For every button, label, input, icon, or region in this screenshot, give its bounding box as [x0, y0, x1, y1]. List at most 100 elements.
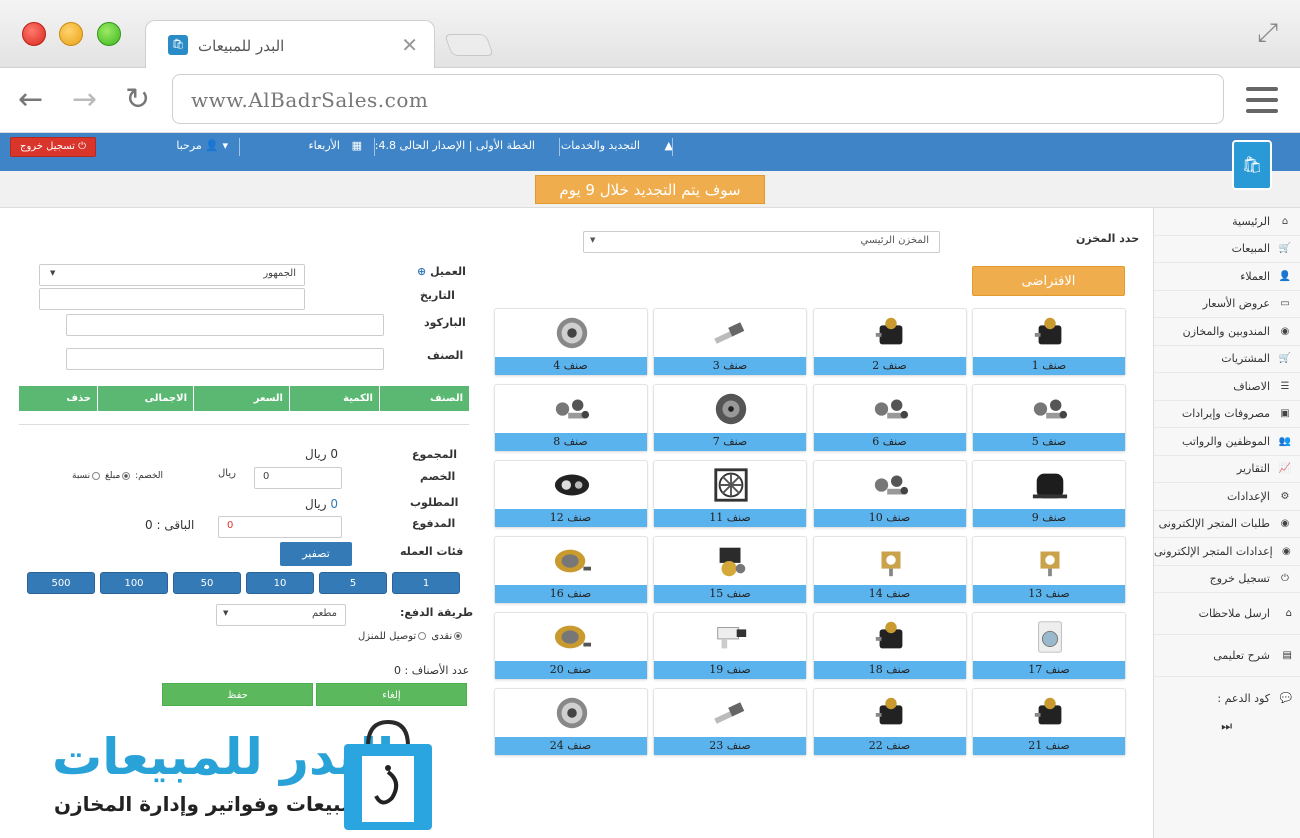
sidebar-item[interactable]: 🛒 المشتريات: [1154, 346, 1300, 373]
user-menu[interactable]: ▾ 👤 مرحبا: [176, 139, 228, 152]
product-image-spark-icon: [714, 322, 745, 344]
app-logo-icon[interactable]: 🛍: [1232, 140, 1272, 190]
product-label: صنف 10: [813, 509, 966, 527]
product-card[interactable]: صنف 18: [812, 612, 967, 680]
coin-button[interactable]: 500: [27, 572, 95, 594]
maximize-window-button[interactable]: [97, 22, 121, 46]
sidebar: ⌂ الرئيسية 🛒 المبيعات 👤 العملاء ▭ عروض الأسعار ◉…: [1153, 208, 1300, 838]
sidebar-item-tutorial[interactable]: ▤ شرح تعليمى: [1154, 635, 1300, 677]
sidebar-item[interactable]: ▣ مصروفات وإيرادات: [1154, 401, 1300, 428]
support-code: 💬 كود الدعم :: [1217, 691, 1292, 705]
url-text: www.AlBadrSales.com: [191, 88, 429, 112]
product-card[interactable]: صنف 3: [653, 308, 807, 376]
save-button[interactable]: حفظ: [162, 683, 313, 706]
sidebar-item[interactable]: ◉ إعدادات المتجر الإلكترونى: [1154, 538, 1300, 566]
sidebar-item-label: المندوبين والمخازن: [1182, 324, 1270, 338]
sidebar-item[interactable]: ▭ عروض الأسعار: [1154, 291, 1300, 318]
address-bar[interactable]: www.AlBadrSales.com: [172, 74, 1224, 124]
reload-icon[interactable]: ↻: [125, 82, 150, 117]
product-card[interactable]: صنف 4: [493, 308, 648, 376]
store-label: حدد المخزن: [1076, 232, 1140, 245]
discount-percent-radio[interactable]: [92, 471, 101, 480]
product-card[interactable]: صنف 13: [972, 536, 1126, 604]
barcode-input[interactable]: [66, 314, 384, 336]
product-card[interactable]: صنف 16: [493, 536, 648, 604]
browser-menu-icon[interactable]: [1246, 87, 1278, 113]
browser-tab[interactable]: 🛍 البدر للمبيعات ✕: [145, 20, 435, 68]
sidebar-item[interactable]: 📈 التقارير: [1154, 456, 1300, 483]
product-card[interactable]: صنف 17: [972, 612, 1126, 680]
product-card[interactable]: صنف 15: [653, 536, 807, 604]
sidebar-item[interactable]: ◉ المندوبين والمخازن: [1154, 318, 1300, 346]
customer-select[interactable]: الجمهور ▼: [39, 264, 305, 286]
cash-radio[interactable]: [454, 632, 463, 640]
product-card[interactable]: صنف 1: [972, 308, 1126, 376]
cancel-button[interactable]: إلغاء: [316, 683, 467, 706]
product-card[interactable]: صنف 22: [812, 688, 967, 756]
product-image-parts-icon: [1033, 399, 1068, 419]
product-card[interactable]: صنف 5: [972, 384, 1126, 452]
sidebar-item[interactable]: ⏻ تسجيل خروج: [1154, 566, 1300, 593]
product-card[interactable]: صنف 6: [812, 384, 967, 452]
coin-button[interactable]: 10: [246, 572, 314, 594]
product-label: صنف 8: [494, 433, 647, 451]
sidebar-item[interactable]: ⌂ الرئيسية: [1154, 208, 1300, 236]
col-item: الصنف: [379, 386, 469, 411]
product-card[interactable]: صنف 14: [812, 536, 967, 604]
remaining-value: الباقى : 0: [145, 518, 195, 532]
skip-icon[interactable]: ⏭: [1154, 719, 1300, 734]
sidebar-item[interactable]: 🛒 المبيعات: [1154, 236, 1300, 263]
product-card[interactable]: صنف 8: [493, 384, 648, 452]
coin-button[interactable]: 50: [173, 572, 241, 594]
product-card[interactable]: صنف 2: [812, 308, 967, 376]
sidebar-item-send-notes[interactable]: ⌂ ارسل ملاحظات: [1154, 593, 1300, 635]
product-card[interactable]: صنف 9: [972, 460, 1126, 528]
store-select[interactable]: المخزن الرئيسي ▼: [583, 231, 940, 253]
plan-info: الخطة الأولى | الإصدار الحالى 4.8:: [374, 139, 535, 152]
product-card[interactable]: صنف 10: [812, 460, 967, 528]
add-customer-icon[interactable]: ⊕: [417, 265, 426, 278]
default-button[interactable]: الافتراضى: [972, 266, 1125, 296]
product-card[interactable]: صنف 11: [653, 460, 807, 528]
sidebar-item[interactable]: 👤 العملاء: [1154, 263, 1300, 291]
date-field[interactable]: [39, 288, 305, 310]
sidebar-item[interactable]: 👥 الموظفين والرواتب: [1154, 428, 1300, 456]
sidebar-item[interactable]: ☰ الاصناف: [1154, 373, 1300, 401]
product-image-parts-icon: [555, 399, 589, 419]
coin-button[interactable]: 100: [100, 572, 168, 594]
logout-button[interactable]: ⏻ تسجيل خروج: [10, 137, 96, 157]
new-tab-button[interactable]: [443, 34, 495, 56]
discount-input[interactable]: 0: [254, 467, 342, 489]
discount-fixed-radio[interactable]: [122, 471, 131, 480]
delivery-radio[interactable]: [418, 632, 427, 640]
coin-button[interactable]: 5: [319, 572, 387, 594]
calendar-icon: ▦: [351, 139, 362, 152]
forward-icon[interactable]: →: [72, 82, 97, 117]
minimize-window-button[interactable]: [59, 22, 83, 46]
product-card[interactable]: صنف 21: [972, 688, 1126, 756]
item-input[interactable]: [66, 348, 384, 370]
paid-input[interactable]: 0: [218, 516, 342, 538]
product-card[interactable]: صنف 23: [653, 688, 807, 756]
product-card[interactable]: صنف 24: [493, 688, 648, 756]
product-card[interactable]: صنف 19: [653, 612, 807, 680]
day-label: الأربعاء: [308, 139, 340, 152]
sidebar-item-label: الإعدادات: [1226, 489, 1270, 503]
product-card[interactable]: صنف 20: [493, 612, 648, 680]
customer-label: العميل ⊕: [417, 265, 466, 278]
sidebar-item-label: تسجيل خروج: [1209, 572, 1270, 586]
notice-bar: سوف يتم التجديد خلال 9 يوم: [0, 171, 1300, 208]
close-window-button[interactable]: [22, 22, 46, 46]
fullscreen-icon[interactable]: ⤢: [1257, 18, 1278, 49]
sidebar-item[interactable]: ⚙ الإعدادات: [1154, 483, 1300, 511]
product-card[interactable]: صنف 12: [493, 460, 648, 528]
coin-button[interactable]: 1: [392, 572, 460, 594]
sidebar-item[interactable]: ◉ طلبات المتجر الإلكترونى: [1154, 511, 1300, 538]
tab-close-icon[interactable]: ✕: [401, 33, 418, 57]
zero-button[interactable]: تصفير: [280, 542, 352, 566]
payment-select[interactable]: مطعم ▼: [216, 604, 346, 626]
product-image-timer-icon: [881, 551, 900, 577]
back-icon[interactable]: ←: [18, 82, 43, 117]
product-card[interactable]: صنف 7: [653, 384, 807, 452]
renew-services-link[interactable]: التجديد والخدمات: [561, 139, 640, 152]
